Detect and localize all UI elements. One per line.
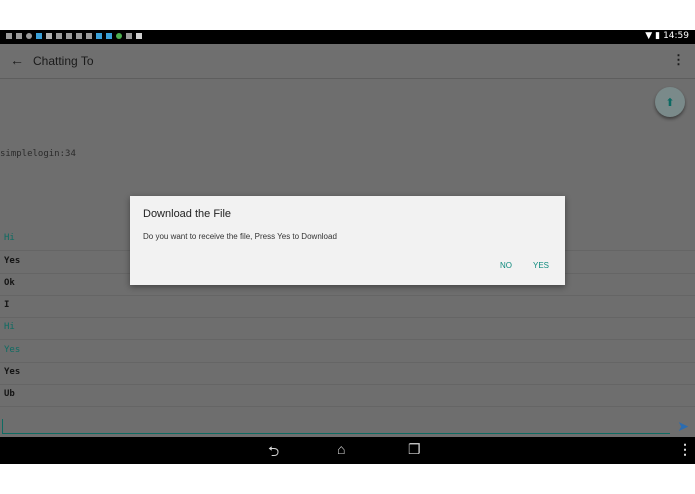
top-margin: [0, 0, 695, 30]
bottom-margin: [0, 464, 695, 494]
notification-icon: [126, 33, 132, 39]
notification-icon: [86, 33, 92, 39]
wifi-icon: ▼: [645, 31, 653, 41]
notification-icon: [6, 33, 12, 39]
notification-icon: [46, 33, 52, 39]
status-bar: ▼ ▮ 14:59: [0, 30, 695, 44]
notification-icon: [36, 33, 42, 39]
upload-icon: ⬆: [665, 96, 675, 109]
message-text: Yes: [4, 256, 21, 266]
status-right: ▼ ▮ 14:59: [645, 31, 689, 41]
upload-button[interactable]: ⬆: [655, 87, 685, 117]
dialog-title: Download the File: [143, 208, 232, 220]
message-text: Ok: [4, 278, 15, 288]
notification-icon: [76, 33, 82, 39]
message-text: Hi: [4, 322, 15, 332]
notification-icon: [136, 33, 142, 39]
message-input[interactable]: ➤: [0, 415, 695, 437]
nav-menu-icon[interactable]: ⋮: [678, 441, 692, 458]
text-cursor: [2, 419, 3, 433]
notification-icon: [96, 33, 102, 39]
page-title: Chatting To: [33, 54, 94, 68]
no-button[interactable]: NO: [500, 261, 512, 270]
app-bar: ← Chatting To ⋮: [0, 44, 695, 79]
overflow-menu-icon[interactable]: ⋮: [672, 52, 685, 68]
notification-icon: [116, 33, 122, 39]
status-time: 14:59: [663, 31, 689, 41]
list-item: I: [0, 295, 695, 318]
message-text: Yes: [4, 367, 21, 377]
notification-icon: [66, 33, 72, 39]
battery-icon: ▮: [655, 31, 661, 41]
nav-back-icon[interactable]: ⮌: [268, 441, 279, 465]
yes-button[interactable]: YES: [533, 261, 549, 270]
download-dialog: Download the File Do you want to receive…: [130, 196, 565, 285]
notification-icons: [6, 32, 142, 39]
list-item: Ub: [0, 384, 695, 407]
nav-home-icon[interactable]: ⌂: [337, 441, 345, 457]
navigation-bar: ⮌ ⌂ ❐ ⋮: [0, 437, 695, 464]
message-text: Hi: [4, 233, 15, 243]
dialog-message: Do you want to receive the file, Press Y…: [143, 232, 337, 241]
notification-icon: [16, 33, 22, 39]
message-text: Ub: [4, 389, 15, 399]
message-text: I: [4, 300, 10, 310]
send-icon[interactable]: ➤: [677, 418, 689, 435]
list-item: Hi: [0, 317, 695, 340]
input-underline: [2, 433, 670, 434]
notification-icon: [26, 33, 32, 39]
list-item: Yes: [0, 340, 695, 363]
nav-recents-icon[interactable]: ❐: [408, 441, 421, 458]
message-text: Yes: [4, 345, 21, 355]
back-arrow-icon[interactable]: ←: [10, 52, 24, 68]
session-label: simplelogin:34: [0, 149, 76, 159]
list-item: Yes: [0, 362, 695, 385]
notification-icon: [56, 33, 62, 39]
notification-icon: [106, 33, 112, 39]
